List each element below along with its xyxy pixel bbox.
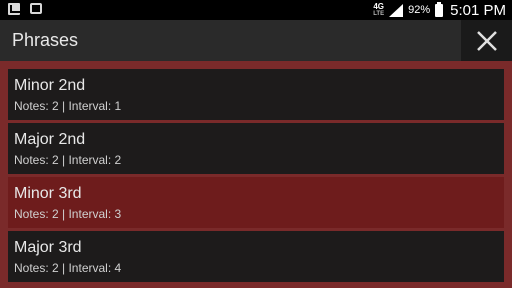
phrase-item-major-3rd[interactable]: Major 3rd Notes: 2 | Interval: 4 [8,231,504,282]
phrase-item-minor-2nd[interactable]: Minor 2nd Notes: 2 | Interval: 1 [8,69,504,120]
status-indicators: 4G LTE 92% 5:01 PM [373,0,506,20]
network-type: 4G LTE [373,2,385,18]
phrase-name: Major 3rd [14,239,82,256]
network-sub-label: LTE [373,11,385,17]
phrase-details: Notes: 2 | Interval: 1 [14,99,122,113]
signal-icon [389,3,404,17]
phrase-item-minor-3rd[interactable]: Minor 3rd Notes: 2 | Interval: 3 [8,177,504,228]
notification-icons [8,3,42,15]
voicemail-icon [30,3,42,14]
phrase-item-major-2nd[interactable]: Major 2nd Notes: 2 | Interval: 2 [8,123,504,174]
phrase-details: Notes: 2 | Interval: 4 [14,261,122,275]
battery-icon [435,1,444,17]
phrase-list: Minor 2nd Notes: 2 | Interval: 1 Major 2… [0,61,512,288]
battery-percent: 92% [408,4,431,16]
clock: 5:01 PM [450,1,506,19]
phrase-details: Notes: 2 | Interval: 3 [14,207,122,221]
title-bar: Phrases [0,20,512,61]
page-title: Phrases [12,30,79,50]
phrase-name: Minor 3rd [14,185,82,202]
network-label: 4G [373,2,384,11]
phrase-name: Minor 2nd [14,77,86,94]
phrase-name: Major 2nd [14,131,86,148]
close-button[interactable] [461,20,512,61]
phrase-details: Notes: 2 | Interval: 2 [14,153,122,167]
close-icon [476,30,497,51]
status-bar: 4G LTE 92% 5:01 PM [0,0,512,20]
chart-icon [8,3,20,15]
